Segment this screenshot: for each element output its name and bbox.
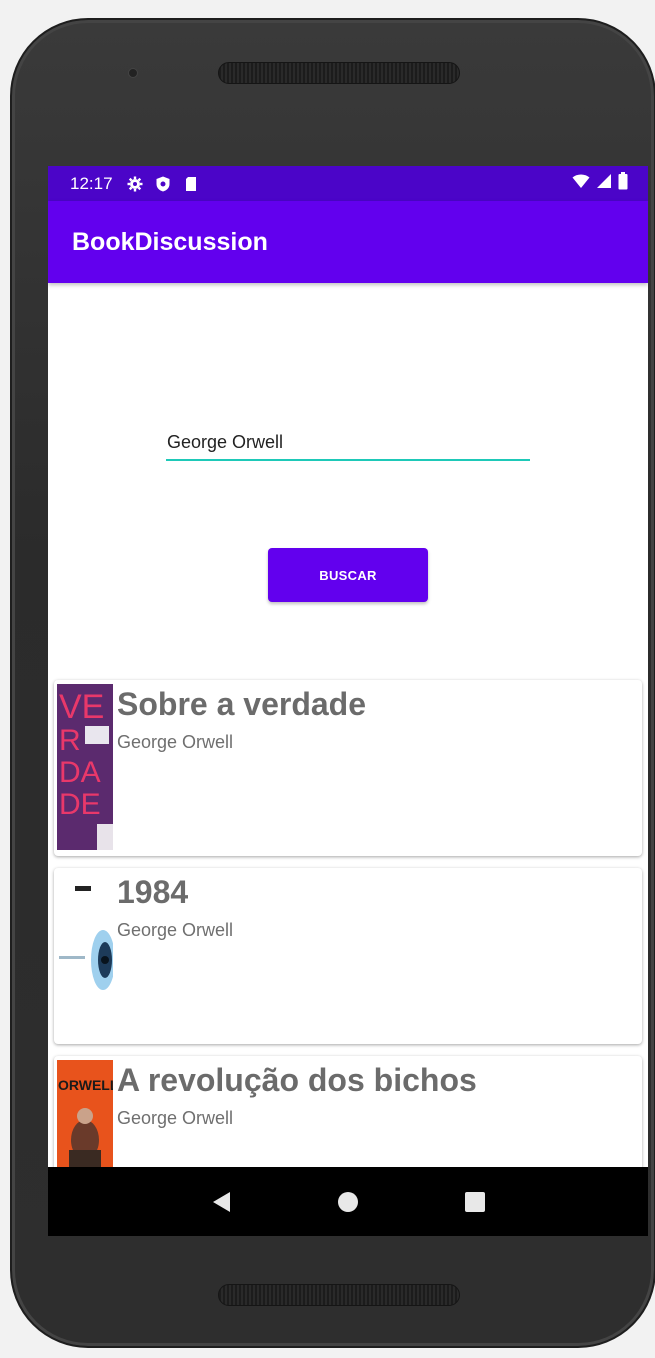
book-card[interactable]: VE R DA DE Sobre a verdade George Orwell (54, 680, 642, 856)
book-author: George Orwell (117, 1108, 234, 1128)
search-input[interactable] (166, 428, 530, 461)
book-author: George Orwell (117, 920, 234, 940)
status-time: 12:17 (70, 173, 113, 193)
home-icon[interactable] (328, 1182, 368, 1222)
shield-icon (155, 176, 171, 192)
book-author: George Orwell (117, 732, 234, 752)
search-button[interactable]: BUSCAR (268, 548, 428, 602)
wifi-icon (572, 173, 590, 194)
book-title: A revolução dos bichos (117, 1062, 477, 1098)
navigation-bar (48, 1167, 648, 1236)
front-camera (128, 68, 138, 78)
book-card[interactable]: 1984 George Orwell (54, 868, 642, 1044)
app-bar: BookDiscussion (48, 201, 648, 283)
battery-icon (618, 172, 628, 195)
recents-icon[interactable] (455, 1182, 495, 1222)
book-cover-image: VE R DA DE (57, 684, 113, 850)
status-bar: 12:17 (48, 166, 648, 201)
back-icon[interactable] (201, 1182, 241, 1222)
sd-card-icon (183, 176, 199, 192)
top-speaker (218, 62, 460, 84)
svg-text:ORWELL: ORWELL (58, 1077, 113, 1093)
phone-frame: 12:17 BookDiscussion George Orwell BUSCA… (10, 18, 655, 1348)
settings-icon (127, 176, 143, 192)
svg-text:DA: DA (59, 756, 101, 789)
search-field-container (166, 428, 530, 461)
device-screen: 12:17 BookDiscussion George Orwell BUSCA… (48, 166, 648, 1236)
status-right-icons (572, 172, 628, 195)
svg-text:R: R (59, 724, 81, 757)
svg-text:VE: VE (59, 688, 104, 726)
book-cover-image (57, 872, 113, 1038)
signal-icon (596, 173, 612, 194)
book-title: 1984 (117, 874, 189, 910)
bottom-speaker (218, 1284, 460, 1306)
book-title: Sobre a verdade (117, 686, 366, 722)
app-title: BookDiscussion (72, 227, 268, 256)
book-list[interactable]: VE R DA DE Sobre a verdade George Orwell (54, 680, 642, 1236)
svg-text:DE: DE (59, 788, 101, 821)
